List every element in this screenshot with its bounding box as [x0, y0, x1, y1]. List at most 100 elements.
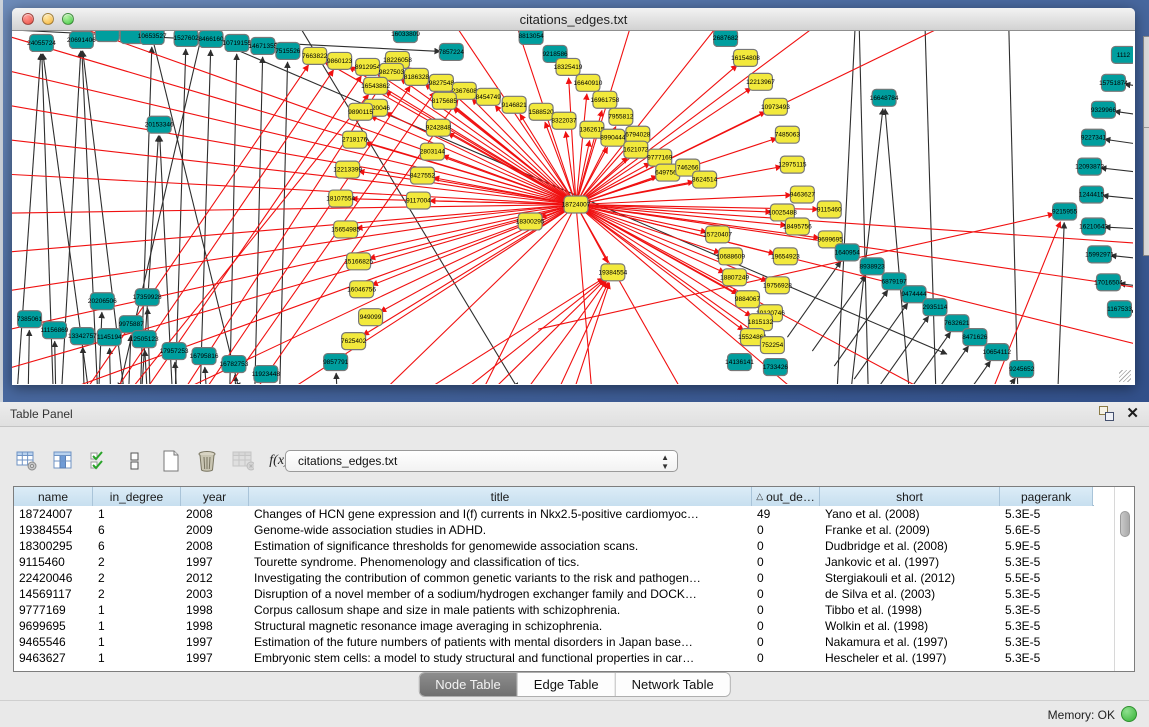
network-node[interactable]: 16033809 [391, 31, 420, 42]
network-node[interactable]: 1733426 [763, 359, 789, 376]
cell-short[interactable]: Dudbridge et al. (2008) [820, 539, 1000, 553]
network-node[interactable]: 8471626 [962, 329, 988, 346]
network-node[interactable]: 9860123 [327, 52, 353, 69]
close-button[interactable] [22, 13, 34, 25]
cell-name[interactable]: 14569117 [14, 587, 93, 601]
window-resize-grip[interactable] [1119, 370, 1131, 382]
network-node[interactable]: 1621072 [623, 141, 649, 158]
table-row[interactable]: 1456911722003Disruption of a novel membe… [14, 586, 1134, 602]
network-node[interactable]: 18807249 [720, 269, 749, 286]
network-node[interactable]: 20691406 [67, 31, 96, 48]
cell-short[interactable]: Franke et al. (2009) [820, 523, 1000, 537]
cell-year[interactable]: 2003 [181, 587, 249, 601]
create-column-icon[interactable] [160, 451, 182, 471]
network-node[interactable]: 2687682 [713, 31, 739, 46]
network-node[interactable]: 7625402 [341, 333, 367, 350]
cell-title[interactable]: Embryonic stem cells: a model to study s… [249, 651, 752, 665]
network-node[interactable]: 11923448 [252, 366, 281, 383]
network-node[interactable]: 12213399 [333, 161, 362, 178]
network-node[interactable]: 18495756 [783, 218, 812, 235]
cell-title[interactable]: Investigating the contribution of common… [249, 571, 752, 585]
cell-title[interactable]: Disruption of a novel member of a sodium… [249, 587, 752, 601]
network-node[interactable]: 16210643 [1079, 218, 1108, 235]
network-node[interactable]: 7485063 [775, 126, 801, 143]
import-table-icon[interactable] [232, 451, 254, 471]
network-node[interactable]: 9215955 [1052, 203, 1078, 220]
zoom-button[interactable] [62, 13, 74, 25]
network-node[interactable]: 10973493 [761, 98, 790, 115]
network-node[interactable]: 18724007 [562, 196, 591, 213]
network-node[interactable]: 1527602 [174, 31, 200, 46]
cell-pagerank[interactable]: 5.3E-5 [1000, 619, 1093, 633]
cell-pagerank[interactable]: 5.6E-5 [1000, 523, 1093, 537]
network-node[interactable]: 1112 [1111, 46, 1133, 63]
network-node[interactable]: 12213967 [746, 73, 775, 90]
cell-title[interactable]: Estimation of the future numbers of pati… [249, 635, 752, 649]
network-node[interactable]: 16648784 [870, 89, 899, 106]
network-node[interactable]: 2935114 [923, 299, 948, 316]
cell-out_de[interactable]: 0 [752, 587, 820, 601]
column-header-short[interactable]: short [820, 487, 1000, 506]
cell-year[interactable]: 1997 [181, 555, 249, 569]
cell-short[interactable]: Nakamura et al. (1997) [820, 635, 1000, 649]
network-node[interactable]: 8427552 [410, 167, 436, 184]
cell-out_de[interactable]: 0 [752, 523, 820, 537]
network-node[interactable]: 2803144 [420, 143, 446, 160]
cell-pagerank[interactable]: 5.9E-5 [1000, 539, 1093, 553]
cell-in_degree[interactable]: 2 [93, 571, 181, 585]
network-node[interactable]: 12975115 [778, 156, 807, 173]
network-node[interactable]: 16961758 [591, 91, 620, 108]
cell-in_degree[interactable]: 2 [93, 587, 181, 601]
network-node[interactable]: 12505123 [130, 331, 159, 348]
network-node[interactable]: 13342757 [68, 328, 97, 345]
cell-pagerank[interactable]: 5.3E-5 [1000, 603, 1093, 617]
tab-network-table[interactable]: Network Table [616, 673, 730, 696]
network-node[interactable]: 9884067 [735, 291, 761, 308]
cell-name[interactable]: 18724007 [14, 507, 93, 521]
network-node[interactable]: 19384554 [598, 264, 627, 281]
network-node[interactable]: 1640954 [835, 244, 861, 261]
cell-out_de[interactable]: 0 [752, 571, 820, 585]
network-node[interactable]: 16046756 [347, 281, 376, 298]
row-height-icon[interactable] [124, 451, 146, 471]
table-row[interactable]: 1830029562008Estimation of significance … [14, 538, 1134, 554]
network-node[interactable]: 12093872 [1075, 158, 1104, 175]
network-node[interactable]: 9117004 [406, 192, 431, 209]
network-node[interactable]: 14136141 [725, 354, 754, 371]
network-node[interactable]: 20206506 [88, 293, 117, 310]
tab-node-table[interactable]: Node Table [419, 673, 518, 696]
cell-pagerank[interactable]: 5.3E-5 [1000, 651, 1093, 665]
scrollbar-thumb[interactable] [1120, 511, 1130, 537]
cell-title[interactable]: Corpus callosum shape and size in male p… [249, 603, 752, 617]
cell-year[interactable]: 2009 [181, 523, 249, 537]
network-node[interactable]: 10653527 [138, 31, 167, 44]
network-node[interactable]: 10654112 [983, 344, 1012, 361]
network-node[interactable]: 18300295 [516, 213, 545, 230]
network-node[interactable]: 18107554 [326, 190, 355, 207]
table-row[interactable]: 946554611997Estimation of the future num… [14, 634, 1134, 650]
cell-year[interactable]: 2008 [181, 539, 249, 553]
cell-short[interactable]: Wolkin et al. (1998) [820, 619, 1000, 633]
network-node[interactable]: 8175685 [432, 92, 458, 109]
cell-name[interactable]: 22420046 [14, 571, 93, 585]
cell-out_de[interactable]: 0 [752, 555, 820, 569]
delete-column-icon[interactable] [196, 451, 218, 471]
cell-pagerank[interactable]: 5.3E-5 [1000, 555, 1093, 569]
network-node[interactable]: 8912954 [355, 58, 381, 75]
column-header-in_degree[interactable]: in_degree [93, 487, 181, 506]
network-node[interactable]: 752254 [760, 337, 784, 354]
network-node[interactable]: 9146821 [502, 96, 528, 113]
cell-short[interactable]: de Silva et al. (2003) [820, 587, 1000, 601]
network-node[interactable]: 7955812 [608, 108, 634, 125]
table-scrollbar[interactable] [1114, 487, 1134, 671]
network-canvas[interactable]: 24055724 20691406 10653527 15276028466160 10… [12, 31, 1133, 384]
network-node[interactable] [95, 31, 119, 41]
network-node[interactable]: 8466160 [198, 31, 224, 47]
cell-name[interactable]: 18300295 [14, 539, 93, 553]
network-node[interactable]: 9827548 [429, 74, 455, 91]
cell-name[interactable]: 19384554 [14, 523, 93, 537]
network-node[interactable]: 9890115 [348, 103, 373, 120]
network-node[interactable]: 19756928 [763, 277, 792, 294]
cell-short[interactable]: Stergiakouli et al. (2012) [820, 571, 1000, 585]
network-node[interactable]: 24055724 [27, 34, 56, 51]
